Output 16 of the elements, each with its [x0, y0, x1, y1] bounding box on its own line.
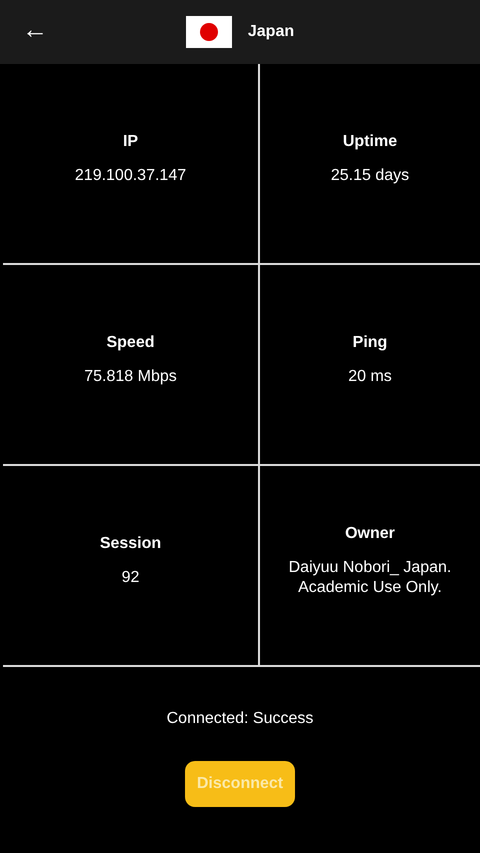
flag-icon: [186, 16, 232, 48]
stat-value: 75.818 Mbps: [84, 366, 177, 386]
country-name: Japan: [248, 22, 294, 42]
stat-value: 219.100.37.147: [74, 166, 186, 186]
stat-label: Speed: [106, 332, 154, 353]
stat-value: 20 ms: [348, 366, 392, 386]
stat-label: Ping: [352, 332, 388, 353]
stat-label: Uptime: [342, 132, 398, 152]
stat-value: 25.15 days: [330, 166, 410, 186]
connection-status: Connected: Success: [166, 709, 314, 729]
stat-value: Daiyuu Nobori_ Japan. Academic Use Only.: [288, 558, 452, 597]
stat-value: 92: [122, 568, 140, 588]
stat-label: Session: [100, 534, 162, 554]
stat-label: IP: [122, 132, 138, 152]
stat-label: Owner: [345, 524, 395, 544]
back-button[interactable]: ←: [18, 14, 52, 44]
